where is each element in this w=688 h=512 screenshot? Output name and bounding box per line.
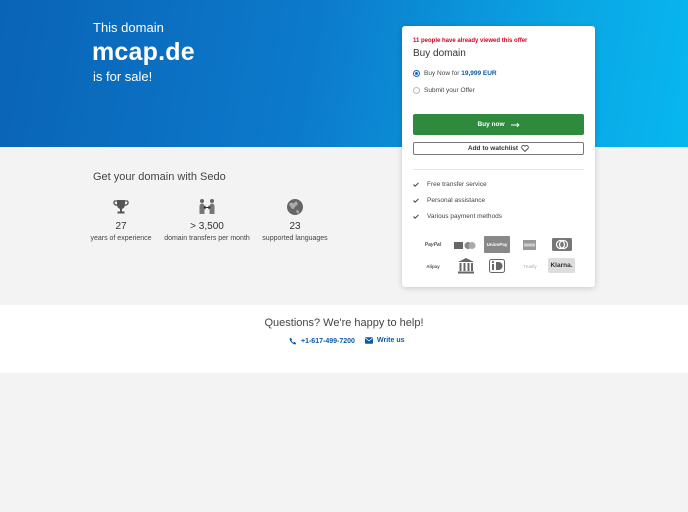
phone-number: +1-617-499-7200 [301, 337, 355, 345]
globe-icon [287, 199, 303, 215]
visa-mastercard-logo [453, 238, 477, 252]
buy-now-button[interactable]: Buy now [413, 114, 584, 135]
write-us-link[interactable]: Write us [365, 337, 405, 344]
stat-value: > 3,500 [190, 221, 224, 232]
envelope-icon [365, 337, 373, 344]
option-label: Submit your Offer [424, 87, 475, 94]
bank-transfer-logo [456, 256, 476, 274]
domain-name: mcap.de [92, 38, 195, 66]
feature-item: Personal assistance [413, 197, 485, 204]
stat-transfers: > 3,500 domain transfers per month [162, 197, 252, 242]
viewed-notice: 11 people have already viewed this offer [413, 38, 528, 44]
option-submit-offer[interactable]: Submit your Offer [413, 87, 475, 94]
stat-value: 27 [115, 221, 127, 232]
feature-label: Free transfer service [427, 181, 487, 188]
price: 19,999 EUR [461, 70, 497, 77]
phone-icon [289, 337, 297, 345]
heart-icon [521, 145, 529, 152]
unionpay-logo: UnionPay [484, 236, 510, 253]
hero-line-3: is for sale! [93, 69, 153, 84]
feature-item: Free transfer service [413, 181, 487, 188]
stat-experience: 27 years of experience [76, 197, 166, 242]
transfer-icon [199, 199, 215, 214]
add-to-watchlist-button[interactable]: Add to watchlist [413, 142, 584, 155]
radio-button[interactable] [413, 70, 420, 77]
feature-item: Various payment methods [413, 213, 502, 220]
page-footer-area [0, 373, 688, 512]
write-us-label: Write us [377, 337, 405, 344]
stat-label: supported languages [262, 235, 328, 242]
help-section: Questions? We're happy to help! +1-617-4… [0, 305, 688, 373]
check-icon [413, 198, 419, 203]
purchase-card: 11 people have already viewed this offer… [402, 26, 595, 287]
trustly-logo: Trustly [523, 263, 537, 269]
check-icon [413, 182, 419, 187]
card-title: Buy domain [413, 48, 466, 59]
stat-value: 23 [289, 221, 301, 232]
paypal-logo: PayPal [424, 242, 442, 248]
features-heading: Get your domain with Sedo [93, 171, 226, 183]
ideal-logo [488, 258, 506, 273]
stat-label: years of experience [90, 235, 152, 242]
stat-languages: 23 supported languages [250, 197, 340, 242]
alipay-logo: Alipay [426, 263, 440, 269]
klarna-logo: Klarna. [548, 258, 575, 273]
option-buy-now[interactable]: Buy Now for 19,999 EUR [413, 70, 497, 77]
hero-line-1: This domain [93, 20, 164, 35]
option-label: Buy Now for 19,999 EUR [424, 70, 497, 77]
feature-label: Personal assistance [427, 197, 486, 204]
amex-logo [520, 238, 538, 252]
feature-label: Various payment methods [427, 213, 503, 220]
help-question: Questions? We're happy to help! [264, 317, 424, 329]
phone-link[interactable]: +1-617-499-7200 [289, 337, 355, 345]
buy-now-label: Buy now [477, 121, 505, 128]
arrow-right-icon [510, 122, 520, 127]
trophy-icon [113, 200, 129, 214]
stat-label: domain transfers per month [164, 235, 250, 242]
divider [413, 169, 584, 170]
radio-button[interactable] [413, 87, 420, 94]
diners-club-logo [551, 237, 573, 252]
watchlist-label: Add to watchlist [467, 145, 519, 152]
check-icon [413, 214, 419, 219]
